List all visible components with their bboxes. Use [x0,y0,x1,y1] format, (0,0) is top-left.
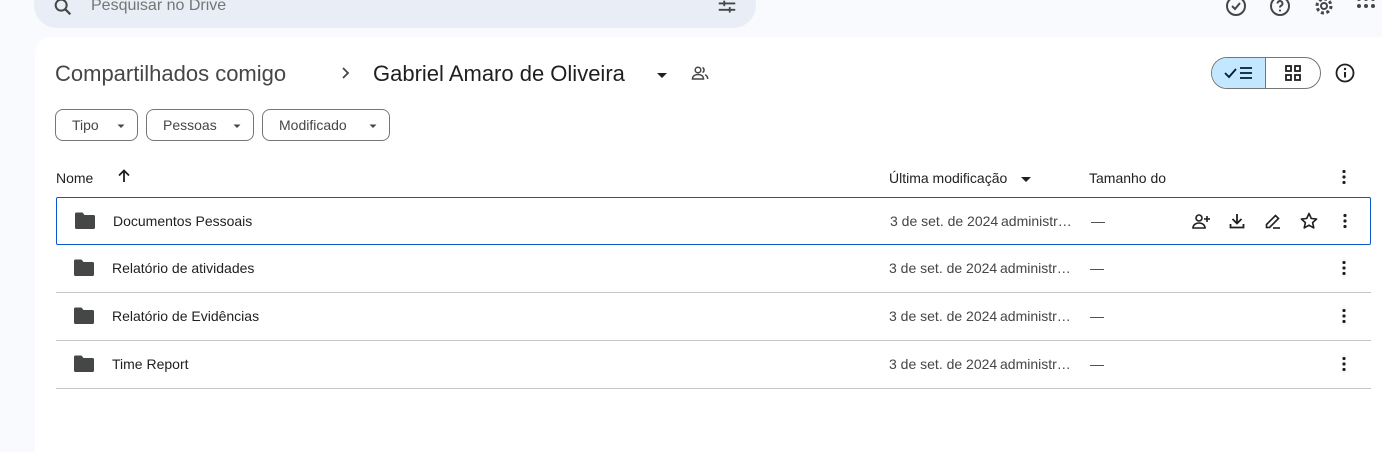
row-name: Relatório de atividades [112,260,255,276]
row-owner: administrador [1000,356,1076,372]
filter-chip-people[interactable]: Pessoas [146,109,254,141]
column-header-name[interactable]: Nome [56,170,93,186]
help-icon[interactable] [1268,0,1292,18]
download-icon[interactable] [1227,211,1247,231]
table-row[interactable]: Relatório de Evidências 3 de set. de 202… [56,293,1371,341]
row-owner: administrador [1000,260,1076,276]
breadcrumb-root[interactable]: Compartilhados comigo [55,60,286,88]
breadcrumb-current[interactable]: Gabriel Amaro de Oliveira [373,60,625,88]
search-icon[interactable] [52,0,74,18]
folder-icon [75,212,95,229]
more-vert-icon[interactable] [1334,354,1354,374]
caret-down-icon [233,124,241,128]
row-size: — [1090,260,1104,276]
rename-icon[interactable] [1263,211,1283,231]
more-vert-icon[interactable] [1334,167,1354,187]
star-icon[interactable] [1299,211,1319,231]
caret-down-icon[interactable] [1018,171,1034,187]
row-size: — [1090,308,1104,324]
more-vert-icon[interactable] [1335,211,1355,231]
ready-for-offline-icon[interactable] [1224,0,1248,18]
row-size: — [1091,213,1105,229]
row-name: Documentos Pessoais [113,213,253,229]
filter-chip-label: Pessoas [163,117,217,133]
row-owner: administrador [1000,308,1076,324]
filter-chip-label: Modificado [279,117,347,133]
shared-folder-icon [691,66,709,80]
folder-icon [74,307,94,324]
grid-view-button[interactable] [1266,58,1320,88]
column-header-modified[interactable]: Última modificação [889,170,1007,186]
chevron-right-icon [342,67,350,79]
table-row[interactable]: Relatório de atividades 3 de set. de 202… [56,245,1371,293]
row-date: 3 de set. de 2024 [889,260,998,276]
list-view-button[interactable] [1212,58,1267,88]
caret-down-icon [369,124,377,128]
row-owner: administrador [1001,213,1077,229]
row-name: Time Report [112,356,189,372]
caret-down-icon[interactable] [652,65,672,85]
arrow-up-icon[interactable] [115,167,133,185]
view-toggle [1211,57,1321,89]
caret-down-icon [117,124,125,128]
folder-icon [74,259,94,276]
more-vert-icon[interactable] [1334,306,1354,326]
filter-chip-modified[interactable]: Modificado [262,109,390,141]
settings-icon[interactable] [1312,0,1336,18]
apps-icon[interactable] [1354,0,1378,18]
filter-chip-type[interactable]: Tipo [55,109,138,141]
grid-view-icon [1285,65,1301,81]
share-icon[interactable] [1191,211,1211,231]
more-vert-icon[interactable] [1334,258,1354,278]
list-view-icon [1223,67,1252,79]
filter-chip-label: Tipo [72,117,99,133]
row-name: Relatório de Evidências [112,308,260,324]
info-icon[interactable] [1334,62,1356,84]
table-row[interactable]: Time Report 3 de set. de 2024 administra… [56,341,1371,389]
column-header-size[interactable]: Tamanho do [1089,170,1166,186]
search-input[interactable] [91,0,691,16]
row-date: 3 de set. de 2024 [890,213,999,229]
folder-icon [74,355,94,372]
table-row[interactable]: Documentos Pessoais 3 de set. de 2024 ad… [56,197,1371,245]
search-options-icon[interactable] [716,0,738,19]
row-date: 3 de set. de 2024 [889,308,998,324]
row-size: — [1090,356,1104,372]
row-date: 3 de set. de 2024 [889,356,998,372]
